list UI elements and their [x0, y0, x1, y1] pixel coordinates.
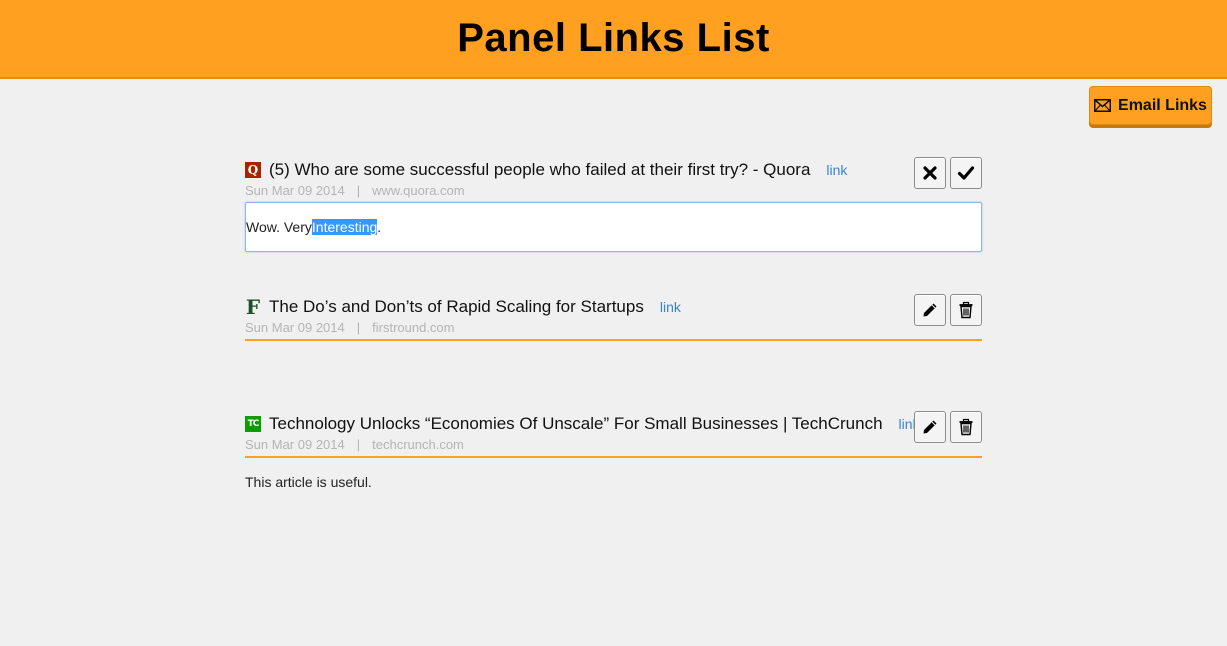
link-title: The Do’s and Don’ts of Rapid Scaling for… [269, 297, 644, 316]
close-icon [923, 166, 937, 180]
firstround-favicon-icon: F [245, 295, 261, 319]
link-date: Sun Mar 09 2014 [245, 183, 345, 198]
meta-separator: | [356, 183, 361, 198]
delete-button[interactable] [950, 411, 982, 443]
cancel-button[interactable] [914, 157, 946, 189]
link-title: (5) Who are some successful people who f… [269, 160, 811, 179]
email-links-label: Email Links [1118, 96, 1207, 114]
delete-button[interactable] [950, 294, 982, 326]
meta-separator: | [356, 320, 361, 335]
page-title: Panel Links List [457, 16, 770, 60]
note-selected-text: Interesting [311, 219, 378, 235]
link-note: This article is useful. [245, 474, 372, 490]
link-date: Sun Mar 09 2014 [245, 320, 345, 335]
item-actions [914, 294, 982, 326]
quora-favicon-icon: Q [245, 162, 261, 178]
pencil-icon [923, 303, 937, 317]
link-date: Sun Mar 09 2014 [245, 437, 345, 452]
link-meta: Sun Mar 09 2014 | firstround.com [245, 320, 982, 337]
note-text-after: . [377, 219, 382, 235]
link-item: Q (5) Who are some successful people who… [245, 157, 982, 252]
envelope-icon [1094, 99, 1112, 112]
save-button[interactable] [950, 157, 982, 189]
item-actions [914, 157, 982, 189]
edit-button[interactable] [914, 411, 946, 443]
open-link[interactable]: link [660, 299, 681, 315]
header-bar: Panel Links List [0, 0, 1227, 79]
note-input[interactable]: Wow. Very Interesting. [245, 202, 982, 252]
techcrunch-favicon-icon: TC [245, 416, 261, 432]
item-divider [245, 456, 982, 458]
item-actions [914, 411, 982, 443]
email-links-button[interactable]: Email Links [1089, 86, 1212, 125]
link-meta: Sun Mar 09 2014 | techcrunch.com [245, 437, 982, 454]
link-domain: www.quora.com [372, 183, 465, 198]
checkmark-icon [957, 166, 975, 180]
open-link[interactable]: link [826, 162, 847, 178]
link-domain: techcrunch.com [372, 437, 464, 452]
link-item: TC Technology Unlocks “Economies Of Unsc… [245, 411, 982, 490]
note-text-before: Wow. Very [246, 219, 312, 235]
trash-icon [959, 301, 973, 319]
link-item: F The Do’s and Don’ts of Rapid Scaling f… [245, 294, 982, 341]
link-domain: firstround.com [372, 320, 455, 335]
edit-button[interactable] [914, 294, 946, 326]
meta-separator: | [356, 437, 361, 452]
pencil-icon [923, 420, 937, 434]
link-title: Technology Unlocks “Economies Of Unscale… [269, 414, 883, 433]
item-divider [245, 339, 982, 341]
trash-icon [959, 418, 973, 436]
link-meta: Sun Mar 09 2014 | www.quora.com [245, 183, 982, 200]
